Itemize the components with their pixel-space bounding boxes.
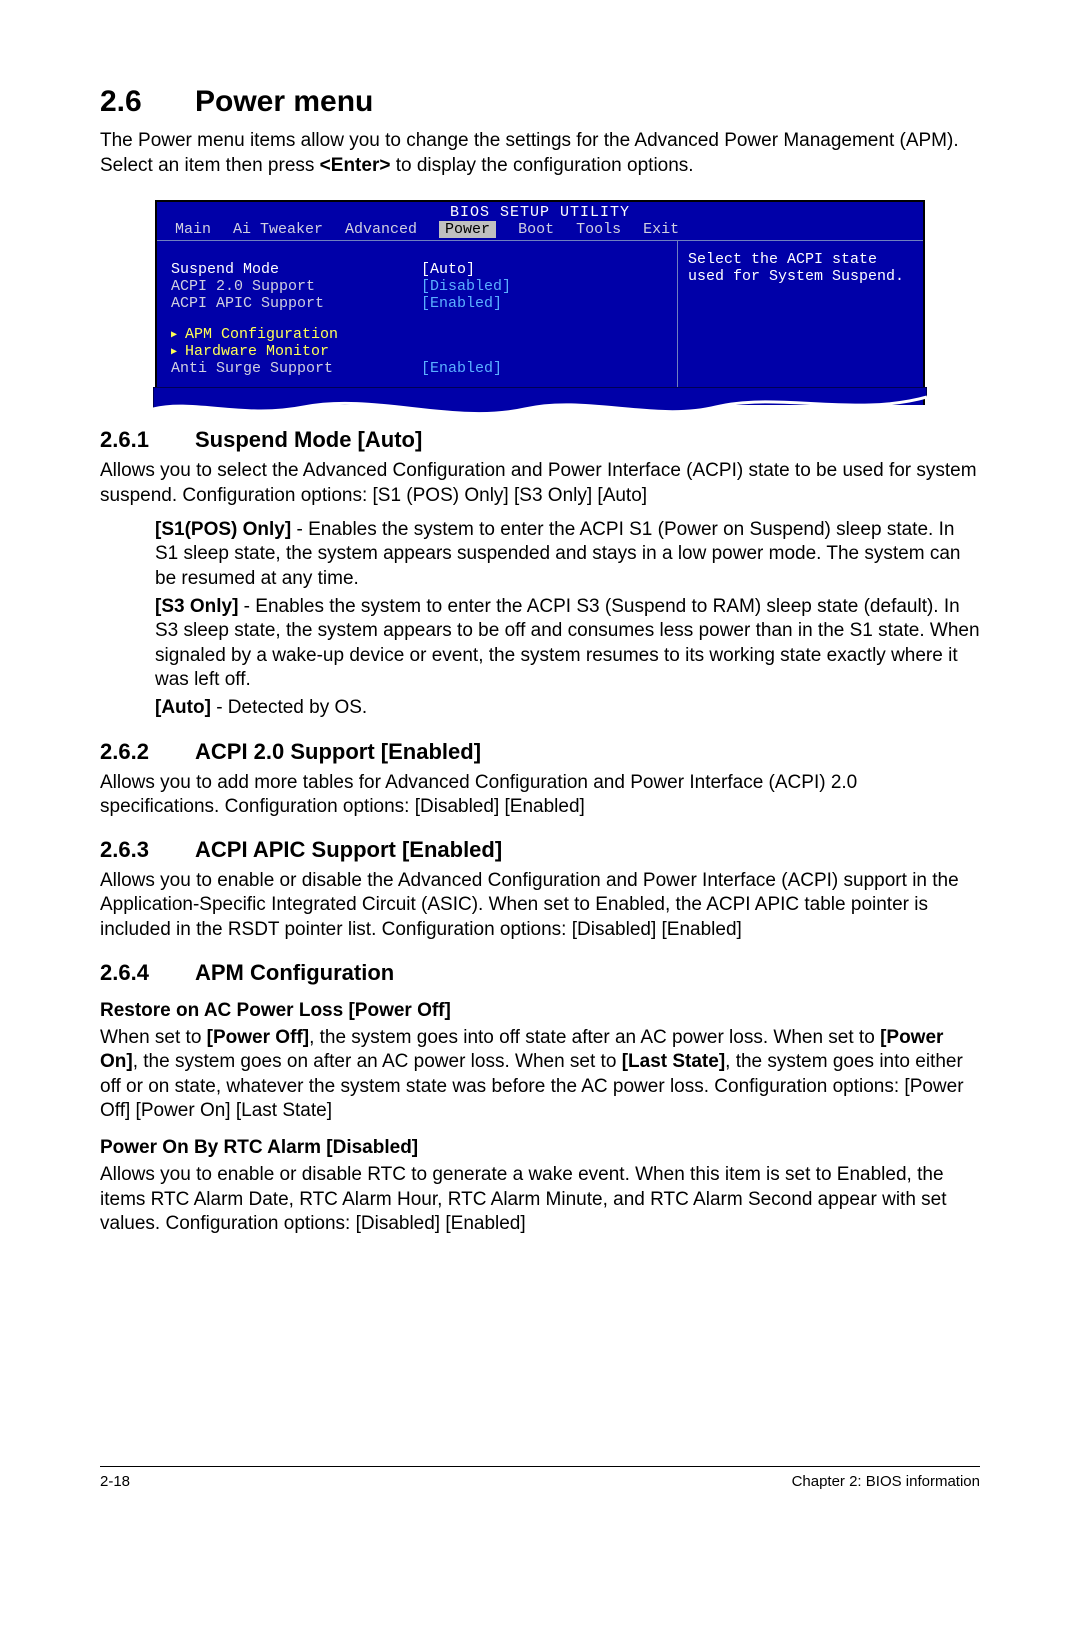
bios-tabbar: Main Ai Tweaker Advanced Power Boot Tool…	[157, 221, 923, 241]
bios-tab-exit: Exit	[643, 221, 679, 238]
subsection-title: ACPI 2.0 Support [Enabled]	[195, 739, 481, 765]
option-key: [S1(POS) Only]	[155, 519, 291, 540]
bios-tab-main: Main	[175, 221, 211, 238]
page-footer: 2-18 Chapter 2: BIOS information	[100, 1473, 980, 1490]
bios-label: Anti Surge Support	[171, 360, 421, 377]
chapter-label: Chapter 2: BIOS information	[792, 1473, 980, 1490]
sub-heading: Restore on AC Power Loss [Power Off]	[100, 1000, 980, 1022]
subsection-title: Suspend Mode [Auto]	[195, 427, 422, 453]
subsection-body: Allows you to add more tables for Advanc…	[100, 771, 980, 820]
option-text: - Detected by OS.	[211, 697, 367, 718]
subsection-body: Allows you to select the Advanced Config…	[100, 459, 980, 508]
bios-label: ACPI 2.0 Support	[171, 278, 421, 295]
sub-body: When set to [Power Off], the system goes…	[100, 1026, 980, 1123]
bios-row-acpiapic: ACPI APIC Support [Enabled]	[171, 295, 667, 312]
bios-help-text: Select the ACPI state used for System Su…	[688, 251, 913, 285]
text: , the system goes on after an AC power l…	[133, 1051, 622, 1072]
subsection-heading: 2.6.4 APM Configuration	[100, 960, 980, 986]
subsection-number: 2.6.4	[100, 960, 195, 986]
bios-submenu-label: APM Configuration	[171, 326, 338, 343]
subsection-heading: 2.6.2 ACPI 2.0 Support [Enabled]	[100, 739, 980, 765]
bios-row-acpi20: ACPI 2.0 Support [Disabled]	[171, 278, 667, 295]
subsection-number: 2.6.2	[100, 739, 195, 765]
bios-value: [Enabled]	[421, 360, 502, 377]
bios-tab-boot: Boot	[518, 221, 554, 238]
intro-key: <Enter>	[320, 155, 391, 176]
subsection-body: Allows you to enable or disable the Adva…	[100, 869, 980, 942]
section-heading: 2.6 Power menu	[100, 85, 980, 119]
bios-tab-aitweaker: Ai Tweaker	[233, 221, 323, 238]
subsection-title: APM Configuration	[195, 960, 394, 986]
section-title: Power menu	[195, 85, 373, 119]
option-s3: [S3 Only] - Enables the system to enter …	[155, 595, 980, 692]
subsection-title: ACPI APIC Support [Enabled]	[195, 837, 502, 863]
option-key: [S3 Only]	[155, 596, 238, 617]
bios-label: Suspend Mode	[171, 261, 421, 278]
bios-row-antisurge: Anti Surge Support [Enabled]	[171, 360, 667, 377]
option-text: - Enables the system to enter the ACPI S…	[155, 596, 980, 690]
bios-value: [Auto]	[421, 261, 475, 278]
subsection-number: 2.6.3	[100, 837, 195, 863]
footer-rule	[100, 1466, 980, 1467]
bios-submenu-apm: APM Configuration	[171, 326, 667, 343]
bios-submenu-hwmon: Hardware Monitor	[171, 343, 667, 360]
bios-left-pane: Suspend Mode [Auto] ACPI 2.0 Support [Di…	[157, 241, 678, 405]
bios-title: BIOS SETUP UTILITY	[157, 202, 923, 221]
text: When set to	[100, 1027, 207, 1048]
subsection-heading: 2.6.1 Suspend Mode [Auto]	[100, 427, 980, 453]
bios-help-pane: Select the ACPI state used for System Su…	[678, 241, 923, 405]
bios-value: [Disabled]	[421, 278, 511, 295]
subsection-number: 2.6.1	[100, 427, 195, 453]
bios-value: [Enabled]	[421, 295, 502, 312]
sub-body: Allows you to enable or disable RTC to g…	[100, 1163, 980, 1236]
bios-submenu-label: Hardware Monitor	[171, 343, 329, 360]
bios-screenshot: BIOS SETUP UTILITY Main Ai Tweaker Advan…	[155, 200, 925, 405]
torn-edge	[153, 387, 927, 427]
text: , the system goes into off state after a…	[309, 1027, 880, 1048]
bios-tab-tools: Tools	[576, 221, 621, 238]
option-s1: [S1(POS) Only] - Enables the system to e…	[155, 518, 980, 591]
section-intro: The Power menu items allow you to change…	[100, 129, 980, 178]
bios-tab-power: Power	[439, 221, 496, 238]
option-key: [Auto]	[155, 697, 211, 718]
key: [Last State]	[622, 1051, 725, 1072]
subsection-heading: 2.6.3 ACPI APIC Support [Enabled]	[100, 837, 980, 863]
bios-tab-advanced: Advanced	[345, 221, 417, 238]
key: [Power Off]	[207, 1027, 309, 1048]
page-number: 2-18	[100, 1473, 130, 1490]
sub-heading: Power On By RTC Alarm [Disabled]	[100, 1137, 980, 1159]
section-number: 2.6	[100, 85, 195, 119]
intro-text-b: to display the configuration options.	[390, 155, 693, 176]
bios-row-suspend: Suspend Mode [Auto]	[171, 261, 667, 278]
option-auto: [Auto] - Detected by OS.	[155, 696, 980, 720]
bios-label: ACPI APIC Support	[171, 295, 421, 312]
